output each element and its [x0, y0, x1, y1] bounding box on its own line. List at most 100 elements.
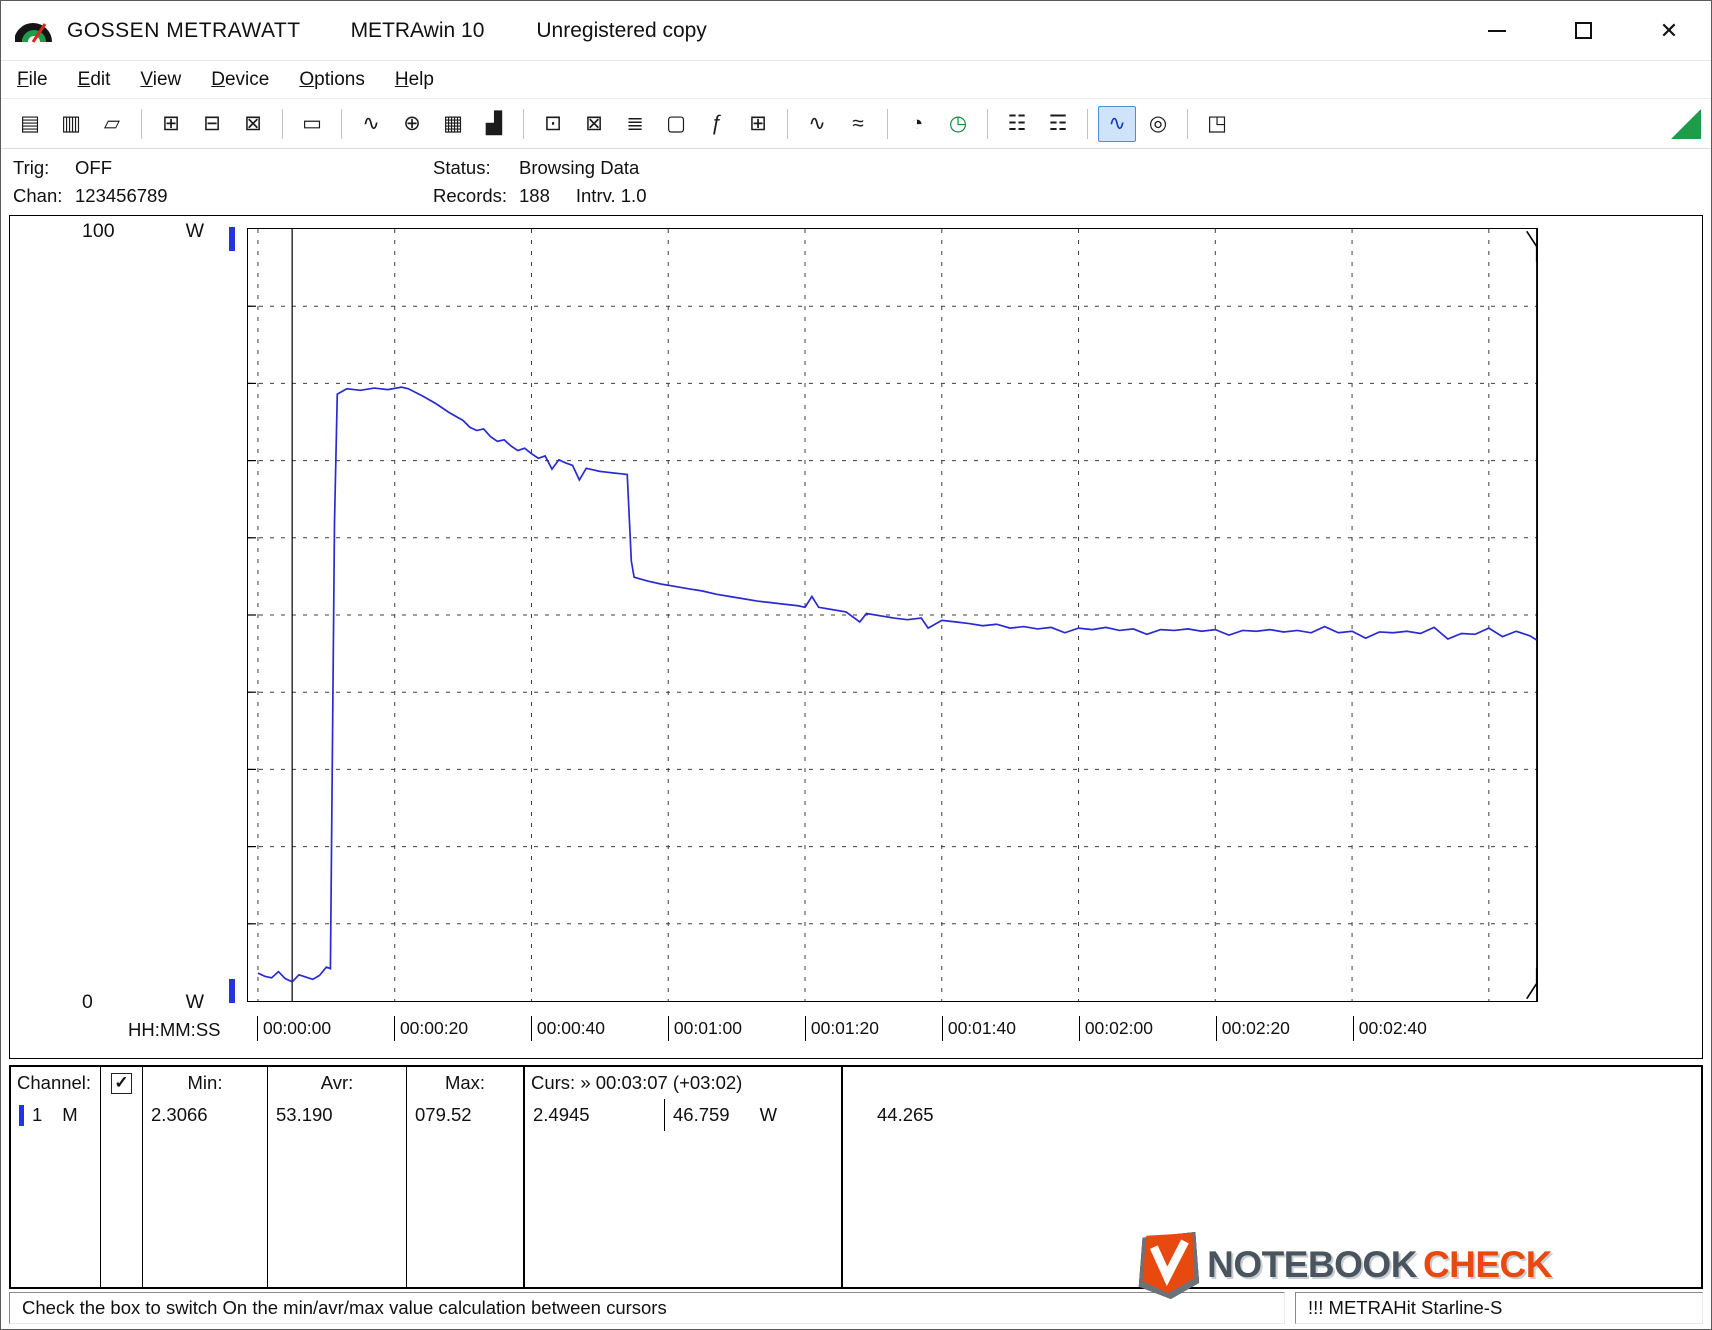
- check-icon: ✓: [114, 1073, 129, 1092]
- status-records-info: Status: Browsing Data Records: 188 Intrv. 1…: [433, 154, 646, 212]
- monitor-config-icon[interactable]: ⊠: [575, 106, 613, 142]
- device-transfer-icon[interactable]: ⊠: [234, 106, 272, 142]
- save-icon[interactable]: ▤: [11, 106, 49, 142]
- checkbox-column: ✓: [101, 1067, 143, 1287]
- status-value: Browsing Data: [519, 157, 640, 178]
- channel-color-marker: [19, 1104, 24, 1126]
- menu-view[interactable]: View: [140, 69, 181, 91]
- x-tick-label: 00:02:00: [1078, 1016, 1153, 1041]
- minmax-between-cursors-checkbox[interactable]: ✓: [111, 1072, 132, 1094]
- maximize-button[interactable]: [1569, 17, 1597, 45]
- histogram-icon[interactable]: ▟: [475, 106, 513, 142]
- toolbar-separator: [141, 108, 142, 139]
- timer-clock-icon[interactable]: ◷: [939, 106, 977, 142]
- x-axis-ticks: 00:00:00 00:00:20 00:00:40 00:01:00 00:01:20…: [247, 1014, 1538, 1044]
- print-setup-icon[interactable]: ☶: [1039, 106, 1077, 142]
- print-icon[interactable]: ☷: [998, 106, 1036, 142]
- cursors-column: Curs: » 00:03:07 (+03:02) 2.4945 46.759 …: [525, 1067, 843, 1287]
- toolbar-separator: [523, 108, 524, 139]
- menu-edit[interactable]: Edit: [78, 69, 111, 91]
- avr-column: Avr: 53.190: [268, 1067, 407, 1287]
- crosshair-icon[interactable]: ⊕: [393, 106, 431, 142]
- channel-number: 1: [32, 1104, 43, 1125]
- x-tick-label: 00:02:20: [1215, 1016, 1290, 1041]
- connected-device: !!! METRAHit Starline-S: [1295, 1292, 1703, 1324]
- duty-cycle-clock-icon[interactable]: ◔: [898, 106, 936, 142]
- chan-value: 123456789: [75, 185, 168, 206]
- cursor2-cell: 46.759 W: [665, 1099, 785, 1131]
- min-header: Min:: [187, 1072, 223, 1093]
- trig-label: Trig:: [13, 157, 50, 178]
- read-device-memory-icon[interactable]: ⊟: [193, 106, 231, 142]
- plot-canvas[interactable]: [247, 228, 1538, 1002]
- checkbox-cell: [101, 1099, 142, 1131]
- records-value: 188: [519, 185, 550, 206]
- formula-icon[interactable]: ƒ: [698, 106, 736, 142]
- delta-header: [843, 1067, 1701, 1099]
- toolbar-buttons: ▤ ▥ ▱ ⊞ ⊟ ⊠ ▭ ∿ ⊕ ▦ ▟ ⊡ ⊠ ≣ ▢ ƒ ⊞ ∿ ≈ ◔ ◷ ☷ ☶ ∿ ◎ ◳: [11, 105, 1236, 142]
- window-controls: ✕: [1483, 17, 1701, 45]
- status-message: Check the box to switch On the min/avr/m…: [9, 1292, 1285, 1324]
- cursors-header: Curs: » 00:03:07 (+03:02): [531, 1072, 743, 1093]
- close-button[interactable]: ✕: [1655, 17, 1683, 45]
- cursor2-unit: W: [759, 1104, 778, 1125]
- channel-stats-table: Channel: 1 M ✓ Min: 2.3066 Avr: 53.190 M…: [9, 1065, 1703, 1289]
- y-max-unit: W: [185, 220, 204, 242]
- toolbar-separator: [987, 108, 988, 139]
- export-to-device-icon[interactable]: ⊞: [152, 106, 190, 142]
- data-table-icon[interactable]: ▦: [434, 106, 472, 142]
- toolbar-separator: [887, 108, 888, 139]
- max-value: 079.52: [415, 1104, 472, 1125]
- checkbox-header: ✓: [101, 1067, 142, 1099]
- toolbar-separator: [341, 108, 342, 139]
- annotation-icon[interactable]: ◳: [1198, 106, 1236, 142]
- minimize-icon: [1488, 29, 1506, 32]
- app-window: GOSSEN METRAWATT METRAwin 10 Unregistere…: [0, 0, 1712, 1330]
- channel-mixer-icon[interactable]: ≣: [616, 106, 654, 142]
- toolbar-separator: [282, 108, 283, 139]
- zoom-signal-icon[interactable]: ∿: [1098, 105, 1136, 142]
- channel-mode: M: [62, 1104, 78, 1125]
- channel-range-marker-top: [229, 227, 235, 251]
- x-tick-label: 00:01:20: [804, 1016, 879, 1041]
- min-value: 2.3066: [151, 1104, 208, 1125]
- toolbar-separator: [1087, 108, 1088, 139]
- channel-range-marker-bottom: [229, 979, 235, 1003]
- save-as-icon[interactable]: ▥: [52, 106, 90, 142]
- monitor-export-icon[interactable]: ⊡: [534, 106, 572, 142]
- menu-file[interactable]: File: [17, 69, 48, 91]
- x-tick-label: 00:02:40: [1352, 1016, 1427, 1041]
- y-axis-max-label: 100 W: [82, 220, 204, 243]
- delta-value: 44.265: [877, 1104, 934, 1125]
- x-tick-label: 00:01:00: [667, 1016, 742, 1041]
- status-label: Status:: [433, 157, 491, 178]
- zoom-magnifier-icon[interactable]: ◎: [1139, 106, 1177, 142]
- x-tick-label: 00:01:40: [941, 1016, 1016, 1041]
- trend-graph-icon[interactable]: ∿: [352, 106, 390, 142]
- x-tick-label: 00:00:00: [256, 1016, 331, 1041]
- min-column: Min: 2.3066: [143, 1067, 268, 1287]
- y-min-unit: W: [185, 991, 204, 1013]
- cursor1-value: 2.4945: [525, 1099, 665, 1131]
- display-monitor-icon[interactable]: ▢: [657, 106, 695, 142]
- open-file-icon[interactable]: ▱: [93, 106, 131, 142]
- menu-device[interactable]: Device: [211, 69, 269, 91]
- waveform-icon[interactable]: ∿: [798, 106, 836, 142]
- menu-options[interactable]: Options: [299, 69, 364, 91]
- envelope-waveform-icon[interactable]: ≈: [839, 106, 877, 142]
- trigger-channel-info: Trig: OFF Chan: 123456789: [13, 154, 433, 212]
- gossen-metrawatt-logo-icon: [15, 22, 52, 43]
- delta-column: 44.265: [843, 1067, 1701, 1287]
- menu-help[interactable]: Help: [395, 69, 434, 91]
- toolbar-separator: [1187, 108, 1188, 139]
- device-display-icon[interactable]: ⊞: [739, 106, 777, 142]
- avr-value: 53.190: [276, 1104, 333, 1125]
- y-axis-min-label: 0 W: [82, 991, 204, 1014]
- maximize-icon: [1574, 22, 1592, 39]
- minimize-button[interactable]: [1483, 17, 1511, 45]
- records-label: Records:: [433, 185, 508, 206]
- intrv-label: Intrv.: [575, 185, 616, 206]
- license-note: Unregistered copy: [536, 18, 707, 42]
- product-name: METRAwin 10: [350, 18, 485, 42]
- memory-card-icon[interactable]: ▭: [293, 106, 331, 142]
